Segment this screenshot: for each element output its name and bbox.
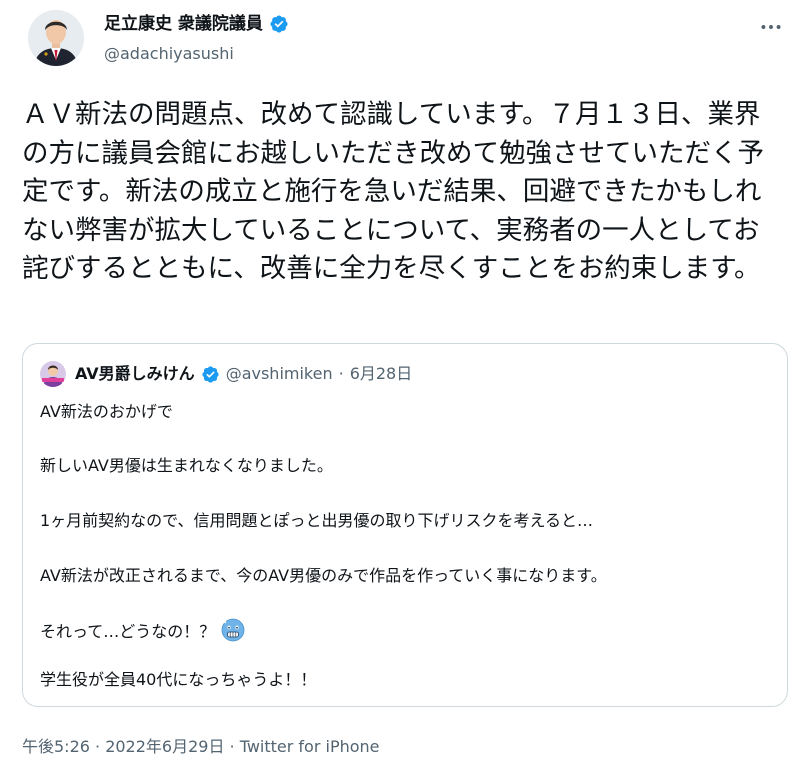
quoted-author-avatar[interactable]	[40, 361, 66, 387]
quoted-author-handle[interactable]: @avshimiken	[226, 363, 333, 385]
quoted-header: AV男爵しみけん @avshimiken · 6月28日	[75, 363, 412, 385]
quoted-line: 学生役が全員40代になっちゃうよ！！	[40, 670, 317, 689]
quoted-line: AV新法のおかげで	[40, 402, 173, 421]
tweet-text: ＡＶ新法の問題点、改めて認識しています。７月１３日、業界の方に議員会館にお越しい…	[22, 99, 764, 285]
author-avatar-image	[28, 10, 84, 66]
quoted-line: AV新法が改正されるまで、今のAV男優のみで作品を作っていく事になります。	[40, 566, 607, 585]
author-avatar[interactable]	[28, 10, 84, 66]
author-handle[interactable]: @adachiyasushi	[104, 44, 234, 64]
verified-badge-icon	[270, 15, 288, 33]
quoted-date[interactable]: 6月28日	[350, 363, 413, 385]
quoted-author-name[interactable]: AV男爵しみけん	[75, 363, 195, 385]
more-options-icon[interactable]	[758, 14, 784, 40]
quoted-line: 新しいAV男優は生まれなくなりました。	[40, 456, 333, 475]
quoted-tweet[interactable]: AV男爵しみけん @avshimiken · 6月28日 AV新法のおかげで 新…	[22, 343, 788, 707]
author-name-row[interactable]: 足立康史 衆議院議員	[104, 13, 289, 35]
tweet-timestamp[interactable]: 午後5:26 · 2022年6月29日 · Twitter for iPhone	[22, 736, 380, 758]
quoted-line-with-emoji: それって…どうなの！？	[40, 618, 245, 642]
quoted-line: 1ヶ月前契約なので、信用問題とぽっと出男優の取り下げリスクを考えると…	[40, 511, 594, 530]
cold-face-emoji	[221, 618, 245, 642]
quoted-separator: ·	[338, 364, 344, 383]
author-name[interactable]: 足立康史 衆議院議員	[104, 13, 263, 35]
quoted-avatar-image	[40, 361, 66, 387]
quoted-line: それって…どうなの！？	[40, 622, 216, 641]
quoted-verified-badge-icon	[202, 365, 219, 383]
